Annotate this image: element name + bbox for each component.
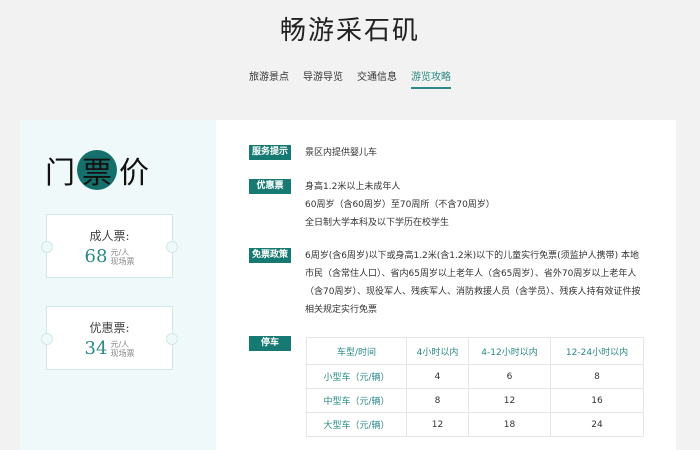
table-header: 车型/时间	[307, 338, 407, 365]
logo-char-circle: 票	[77, 150, 117, 190]
ticket-sidebar: 门票价 成人票: 68元/人现场票 优惠票: 34元/人现场票	[20, 120, 216, 450]
table-cell: 小型车（元/辆）	[307, 365, 407, 389]
discount-line: 全日制大学本科及以下学历在校学生	[305, 214, 645, 232]
ticket-name: 优惠票:	[47, 319, 172, 336]
table-row: 大型车（元/辆）121824	[307, 413, 644, 437]
table-cell: 12	[407, 413, 469, 437]
table-cell: 18	[469, 413, 551, 437]
free-text: 6周岁(含6周岁)以下或身高1.2米(含1.2米)以下的儿童实行免票(须监护人携…	[305, 247, 645, 319]
table-header: 4-12小时以内	[469, 338, 551, 365]
ticket-note: 现场票	[110, 257, 134, 266]
table-header-row: 车型/时间 4小时以内 4-12小时以内 12-24小时以内	[307, 338, 644, 365]
nav-traffic[interactable]: 交通信息	[357, 68, 397, 89]
parking-table: 车型/时间 4小时以内 4-12小时以内 12-24小时以内 小型车（元/辆）4…	[306, 337, 644, 437]
content-panel: 门票价 成人票: 68元/人现场票 优惠票: 34元/人现场票 服务提示 景区内…	[20, 120, 676, 450]
free-label: 免票政策	[249, 248, 291, 263]
table-header: 12-24小时以内	[551, 338, 644, 365]
discount-label: 优惠票	[249, 179, 291, 194]
ticket-name: 成人票:	[47, 227, 172, 244]
table-cell: 12	[469, 389, 551, 413]
logo-char: 价	[119, 148, 149, 192]
ticket-note: 现场票	[110, 349, 134, 358]
table-row: 小型车（元/辆）468	[307, 365, 644, 389]
table-cell: 中型车（元/辆）	[307, 389, 407, 413]
table-cell: 大型车（元/辆）	[307, 413, 407, 437]
table-header: 4小时以内	[407, 338, 469, 365]
discount-line: 身高1.2米以上未成年人	[305, 178, 645, 196]
page-title: 畅游采石矶	[0, 10, 700, 47]
discount-line: 60周岁（含60周岁）至70周所（不含70周岁）	[305, 196, 645, 214]
table-row: 中型车（元/辆）81216	[307, 389, 644, 413]
discount-text: 身高1.2米以上未成年人 60周岁（含60周岁）至70周所（不含70周岁） 全日…	[305, 178, 645, 232]
service-line: 景区内提供婴儿车	[305, 144, 645, 162]
table-cell: 8	[407, 389, 469, 413]
ticket-price-logo: 门票价	[45, 148, 149, 192]
service-label: 服务提示	[249, 145, 291, 160]
nav-guide[interactable]: 导游导览	[303, 68, 343, 89]
nav-attractions[interactable]: 旅游景点	[249, 68, 289, 89]
discount-ticket-card: 优惠票: 34元/人现场票	[46, 306, 173, 370]
ticket-unit: 元/人	[110, 340, 134, 349]
adult-ticket-card: 成人票: 68元/人现场票	[46, 214, 173, 278]
table-cell: 16	[551, 389, 644, 413]
table-cell: 8	[551, 365, 644, 389]
logo-char: 门	[45, 148, 75, 192]
nav-travel-tips[interactable]: 游览攻略	[411, 68, 451, 89]
table-cell: 24	[551, 413, 644, 437]
ticket-price: 34	[85, 338, 108, 359]
parking-label: 停车	[249, 336, 291, 351]
ticket-unit: 元/人	[110, 248, 134, 257]
service-text: 景区内提供婴儿车	[305, 144, 645, 162]
ticket-price: 68	[85, 246, 108, 267]
main-nav: 旅游景点 导游导览 交通信息 游览攻略	[0, 68, 700, 89]
table-cell: 6	[469, 365, 551, 389]
table-cell: 4	[407, 365, 469, 389]
